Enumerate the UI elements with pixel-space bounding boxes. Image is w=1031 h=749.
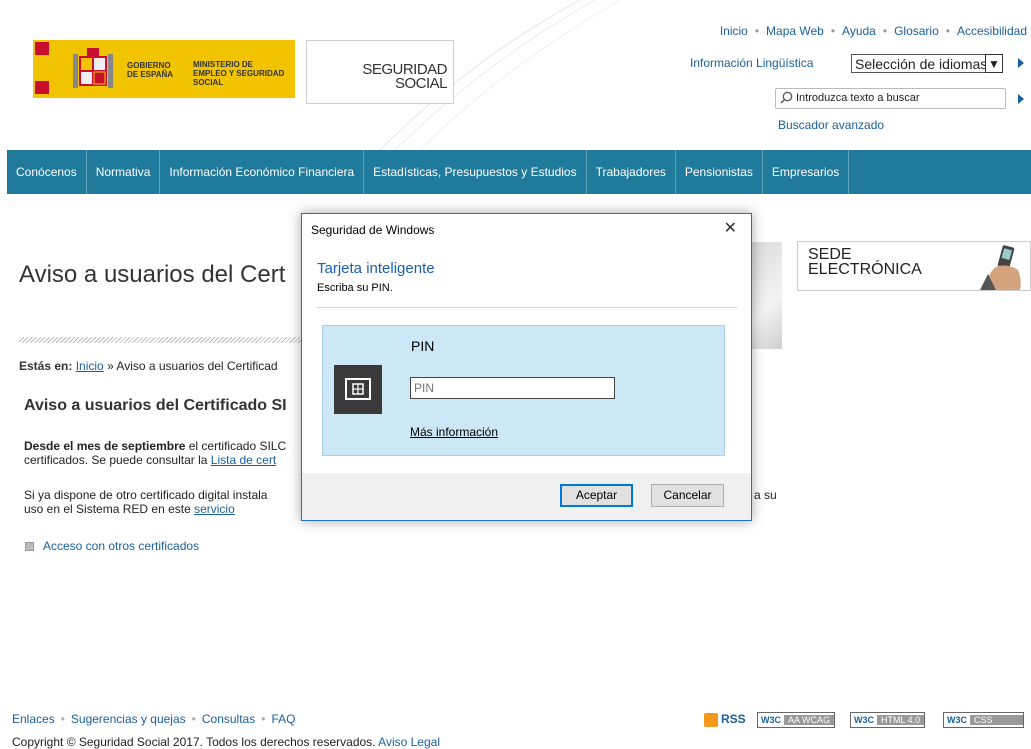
w3c-label: W3C — [854, 715, 874, 725]
nav-item-normativa[interactable]: Normativa — [87, 150, 161, 194]
breadcrumb-label: Estás en: — [19, 359, 73, 373]
sede-electronica-banner[interactable]: SEDE ELECTRÓNICA — [797, 241, 1031, 291]
rss-link[interactable]: RSS — [704, 712, 746, 727]
footer-link-consultas[interactable]: Consultas — [202, 712, 255, 726]
paragraph-2-line2: uso en el Sistema RED en este — [24, 502, 195, 516]
ministerio-text: MINISTERIO DE EMPLEO Y SEGURIDAD SOCIAL — [193, 60, 285, 87]
top-link-ayuda[interactable]: Ayuda — [842, 24, 876, 38]
section-heading: Aviso a usuarios del Certificado SI — [24, 397, 287, 414]
paragraph-2: Si ya dispone de otro certificado digita… — [24, 488, 267, 516]
dialog-title: Seguridad de Windows — [311, 223, 435, 237]
coat-of-arms-icon — [73, 48, 113, 88]
search-placeholder: Introduzca texto a buscar — [796, 92, 920, 104]
gobierno-text: GOBIERNO DE ESPAÑA — [127, 61, 174, 79]
nav-item-empresarios[interactable]: Empresarios — [763, 150, 850, 194]
page-title: Aviso a usuarios del Cert — [19, 261, 286, 288]
seguridad-social-logo-text: SEGURIDAD SOCIAL — [362, 61, 447, 92]
language-go-arrow-icon[interactable] — [1018, 58, 1024, 68]
gobierno-logo[interactable]: GOBIERNO DE ESPAÑA MINISTERIO DE EMPLEO … — [33, 40, 295, 98]
search-go-arrow-icon[interactable] — [1018, 94, 1024, 104]
dialog-heading: Tarjeta inteligente — [317, 260, 435, 277]
footer-link-faq[interactable]: FAQ — [271, 712, 295, 726]
advanced-search-link[interactable]: Buscador avanzado — [778, 118, 884, 132]
w3c-label: W3C — [947, 715, 967, 725]
sede-electronica-text: SEDE ELECTRÓNICA — [808, 247, 922, 278]
search-input[interactable]: Introduzca texto a buscar — [775, 88, 1006, 109]
pin-label: PIN — [411, 338, 435, 354]
seguridad-social-logo[interactable]: SEGURIDAD SOCIAL — [306, 40, 454, 104]
lista-certificados-link[interactable]: Lista de cert — [211, 453, 276, 467]
footer-link-sugerencias[interactable]: Sugerencias y quejas — [71, 712, 186, 726]
smart-card-icon — [334, 365, 382, 414]
site-header: GOBIERNO DE ESPAÑA MINISTERIO DE EMPLEO … — [0, 0, 1031, 150]
html-badge[interactable]: W3C HTML 4.0 — [850, 712, 926, 728]
dialog-footer: Aceptar Cancelar — [302, 473, 751, 520]
search-icon — [780, 91, 793, 104]
paragraph-1-text: el certificado SILC — [185, 439, 287, 453]
html-badge-text: HTML 4.0 — [877, 715, 925, 725]
pin-field[interactable] — [410, 377, 615, 399]
breadcrumb: Estás en: Inicio » Aviso a usuarios del … — [19, 359, 278, 373]
smart-card-option[interactable]: PIN Más información — [322, 325, 725, 456]
aviso-legal-link[interactable]: Aviso Legal — [378, 735, 440, 749]
more-info-link[interactable]: Más información — [410, 425, 498, 439]
top-link-glosario[interactable]: Glosario — [894, 24, 939, 38]
rss-label: RSS — [721, 712, 746, 726]
paragraph-2-line1: Si ya dispone de otro certificado digita… — [24, 488, 268, 502]
wcag-badge-text: AA WCAG — [784, 715, 835, 725]
footer-links: Enlaces • Sugerencias y quejas • Consultas • F… — [12, 712, 296, 726]
acceso-otros-certificados-label: Acceso con otros certificados — [43, 539, 200, 553]
footer-link-enlaces[interactable]: Enlaces — [12, 712, 55, 726]
copyright: Copyright © Seguridad Social 2017. Todos… — [12, 735, 440, 749]
bullet-icon — [25, 542, 34, 552]
nav-item-estadisticas[interactable]: Estadísticas, Presupuestos y Estudios — [364, 150, 587, 194]
css-badge-text: CSS — [970, 715, 1023, 725]
hatch-divider — [19, 337, 304, 343]
dialog-subheading: Escriba su PIN. — [317, 282, 393, 294]
breadcrumb-current: » Aviso a usuarios del Certificad — [107, 359, 278, 373]
nav-item-conocenos[interactable]: Conócenos — [7, 150, 87, 194]
servicio-link[interactable]: servicio — [194, 502, 235, 516]
language-select-value: Selección de idiomas — [855, 56, 988, 72]
paragraph-1: Desde el mes de septiembre el certificad… — [24, 439, 286, 467]
paragraph-1-bold: Desde el mes de septiembre — [24, 439, 186, 453]
hand-phone-icon — [980, 245, 1021, 290]
paragraph-1-line2: certificados. Se puede consultar la — [24, 453, 211, 467]
chevron-down-icon[interactable]: ▼ — [985, 54, 1003, 73]
flag-yellow — [35, 55, 49, 81]
nav-item-pensionistas[interactable]: Pensionistas — [676, 150, 763, 194]
close-icon[interactable]: ✕ — [724, 218, 737, 238]
sede-line2: ELECTRÓNICA — [808, 261, 922, 278]
windows-security-dialog: Seguridad de Windows ✕ Tarjeta inteligen… — [301, 213, 752, 521]
dialog-divider — [317, 307, 738, 308]
w3c-label: W3C — [761, 715, 781, 725]
breadcrumb-home-link[interactable]: Inicio — [76, 359, 104, 373]
language-select[interactable]: Selección de idiomas ▼ — [851, 54, 1003, 73]
top-link-mapa-web[interactable]: Mapa Web — [766, 24, 824, 38]
nav-item-informacion-economico-financiera[interactable]: Información Económico Financiera — [160, 150, 365, 194]
accept-button[interactable]: Aceptar — [560, 484, 633, 507]
copyright-text: Copyright © Seguridad Social 2017. Todos… — [12, 735, 376, 749]
top-link-inicio[interactable]: Inicio — [720, 24, 748, 38]
top-links: Inicio • Mapa Web • Ayuda • Glosario • Accesibil… — [719, 24, 1027, 38]
rss-icon — [704, 712, 718, 727]
info-linguistica-link[interactable]: Información Lingüística — [690, 56, 813, 70]
banner-image-fragment — [748, 242, 782, 349]
top-link-accesibilidad[interactable]: Accesibilidad — [957, 24, 1027, 38]
cancel-button[interactable]: Cancelar — [651, 484, 724, 507]
acceso-otros-certificados-link[interactable]: Acceso con otros certificados — [25, 539, 199, 553]
main-nav: Conócenos Normativa Información Económic… — [7, 150, 1031, 194]
wcag-badge[interactable]: W3C AA WCAG — [757, 712, 836, 728]
nav-item-trabajadores[interactable]: Trabajadores — [587, 150, 676, 194]
css-badge[interactable]: W3C CSS — [943, 712, 1024, 728]
paragraph-2-right-fragment: a su — [754, 488, 777, 502]
